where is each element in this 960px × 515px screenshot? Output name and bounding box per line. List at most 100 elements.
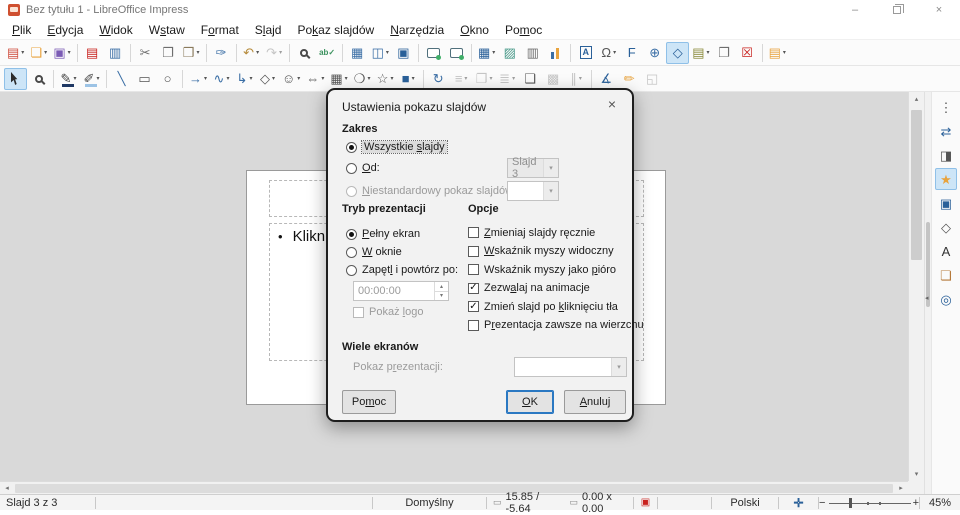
menu-slajd[interactable]: Slajd [247, 21, 290, 39]
option-presentation-always-on-top[interactable]: Prezentacja zawsze na wierzchu [468, 319, 644, 332]
fit-slide-button[interactable]: ✛ [779, 495, 818, 510]
horizontal-scrollbar-thumb[interactable] [15, 483, 893, 493]
menu-widok[interactable]: Widok [91, 21, 140, 39]
scroll-right-button[interactable]: ▸ [894, 482, 908, 495]
dropdown-arrow-icon[interactable]: ▾ [272, 75, 275, 82]
horizontal-scrollbar[interactable]: ◂ ▸ [0, 481, 908, 494]
connector-button[interactable]: ↳ ▾ [233, 68, 256, 90]
slide-number-status[interactable]: Slajd 3 z 3 [0, 495, 95, 510]
lines-and-arrows-button[interactable]: → ▾ [186, 68, 210, 90]
option-mouse-pointer-as-pen[interactable]: Wskaźnik myszy jako pióro [468, 263, 644, 276]
menu-narzedzia[interactable]: Narzędzia [382, 21, 452, 39]
insert-image-button[interactable]: ▨ [498, 42, 521, 64]
ellipse-button[interactable]: ○ [156, 68, 179, 90]
option-change-slides-manually[interactable]: Zmieniaj slajdy ręcznie [468, 226, 644, 239]
insert-table-button[interactable]: ▦ ▾ [475, 42, 498, 64]
dropdown-arrow-icon[interactable]: ▾ [204, 75, 207, 82]
dropdown-arrow-icon[interactable]: ▾ [412, 75, 415, 82]
sidebar-menu-button[interactable]: ⋮ [935, 96, 957, 118]
dropdown-arrow-icon[interactable]: ▾ [297, 75, 300, 82]
undo-button[interactable]: ↶ ▾ [240, 42, 263, 64]
layout-status[interactable]: Domyślny [373, 495, 486, 510]
navigator-panel-button[interactable]: ◎ [935, 288, 957, 310]
dropdown-arrow-icon[interactable]: ▾ [345, 75, 348, 82]
loop-radio[interactable]: Zapętl i powtórz po: [346, 264, 458, 276]
spelling-button[interactable]: ab✓ [316, 42, 339, 64]
zoom-slider-thumb[interactable] [849, 497, 853, 508]
line-color-button[interactable]: ✎ ▾ [57, 68, 80, 90]
save-button[interactable]: ▣ ▾ [50, 42, 73, 64]
symbol-shapes-button[interactable]: ☺ ▾ [279, 68, 303, 90]
start-from-current-slide-button[interactable] [445, 42, 468, 64]
menu-okno[interactable]: Okno [452, 21, 497, 39]
sidebar-grip[interactable]: ◂ [924, 92, 931, 494]
dropdown-arrow-icon[interactable]: ▾ [707, 49, 710, 56]
zoom-out-button[interactable]: − [819, 497, 825, 509]
dialog-close-button[interactable]: × [604, 96, 620, 112]
dropdown-arrow-icon[interactable]: ▾ [96, 75, 99, 82]
unsaved-changes-status[interactable]: ▣ [634, 495, 657, 510]
ok-button[interactable]: OK [506, 390, 554, 414]
new-slide-button[interactable]: ▤ ▾ [689, 42, 712, 64]
language-status[interactable]: Polski [712, 495, 778, 510]
delete-slide-button[interactable]: ☒ [736, 42, 759, 64]
slide-properties-button[interactable]: ▤ ▾ [766, 42, 789, 64]
fill-color-button[interactable]: ✐ ▾ [80, 68, 103, 90]
cut-button[interactable]: ✂ [134, 42, 157, 64]
close-button[interactable]: × [918, 0, 960, 20]
dropdown-arrow-icon[interactable]: ▾ [783, 49, 786, 56]
dropdown-arrow-icon[interactable]: ▾ [226, 75, 229, 82]
dropdown-arrow-icon[interactable]: ▾ [613, 49, 616, 56]
shadow-button[interactable]: ❑ [519, 68, 542, 90]
duplicate-slide-button[interactable]: ❐ [713, 42, 736, 64]
in-window-radio[interactable]: W oknie [346, 246, 402, 258]
zoom-button[interactable] [27, 68, 50, 90]
vertical-scrollbar[interactable]: ▴ ▾ [908, 92, 924, 481]
dropdown-arrow-icon[interactable]: ▾ [68, 49, 71, 56]
from-slide-radio[interactable]: Od: [346, 162, 380, 174]
new-document-button[interactable]: ▤ ▾ [4, 42, 27, 64]
dialog-title[interactable]: Ustawienia pokazu slajdów [342, 100, 486, 114]
slide-transition-panel-button[interactable]: ◨ [935, 144, 957, 166]
restore-button[interactable] [876, 0, 918, 20]
master-slides-panel-button[interactable]: ▣ [935, 192, 957, 214]
cancel-button[interactable]: Anuluj [564, 390, 626, 414]
dropdown-arrow-icon[interactable]: ▾ [492, 49, 495, 56]
helplines-while-moving-button[interactable]: ▣ [392, 42, 415, 64]
menu-pokaz-slajdow[interactable]: Pokaz slajdów [289, 21, 382, 39]
help-button[interactable]: Pomoc [342, 390, 396, 414]
position-size-status[interactable]: ▭ 15.85 / -5.64 ▭ 0.00 x 0.00 [487, 491, 633, 515]
insert-chart-button[interactable] [544, 42, 567, 64]
special-character-button[interactable]: Ω ▾ [597, 42, 620, 64]
export-pdf-button[interactable]: ▤ [81, 42, 104, 64]
basic-shapes-button[interactable]: ◇ ▾ [256, 68, 279, 90]
dropdown-arrow-icon[interactable]: ▾ [390, 75, 393, 82]
insert-text-box-button[interactable]: A [574, 42, 597, 64]
glue-points-button[interactable]: ✏ [618, 68, 641, 90]
dropdown-arrow-icon[interactable]: ▾ [256, 49, 259, 56]
menu-plik[interactable]: Plik [4, 21, 39, 39]
sidebar-collapse-icon[interactable]: ◂ [925, 294, 929, 302]
snap-to-grid-button[interactable]: ◫ ▾ [369, 42, 392, 64]
properties-panel-button[interactable]: ⇄ [935, 120, 957, 142]
option-animations-allowed[interactable]: ✓ Zezwalaj na animacje [468, 282, 644, 295]
fontwork-button[interactable]: F [620, 42, 643, 64]
scroll-up-button[interactable]: ▴ [909, 92, 924, 106]
copy-button[interactable]: ❐ [157, 42, 180, 64]
block-arrows-button[interactable]: ⇔ ▾ [303, 68, 327, 90]
all-slides-radio[interactable]: Wszystkie slajdy [346, 140, 448, 154]
dropdown-arrow-icon[interactable]: ▾ [249, 75, 252, 82]
find-replace-button[interactable] [293, 42, 316, 64]
open-folder-button[interactable]: ❏ ▾ [27, 42, 50, 64]
paste-button[interactable]: ❒ ▾ [180, 42, 203, 64]
select-button[interactable] [4, 67, 27, 90]
styles-panel-button[interactable]: A [935, 240, 957, 262]
callouts-button[interactable]: ❍ ▾ [351, 68, 374, 90]
zoom-level-status[interactable]: 45% [920, 495, 960, 510]
menu-edycja[interactable]: Edycja [39, 21, 91, 39]
menu-format[interactable]: Format [193, 21, 247, 39]
scroll-down-button[interactable]: ▾ [909, 467, 924, 481]
flowchart-button[interactable]: ▦ ▾ [327, 68, 350, 90]
dropdown-arrow-icon[interactable]: ▾ [321, 75, 324, 82]
dropdown-arrow-icon[interactable]: ▾ [386, 49, 389, 56]
